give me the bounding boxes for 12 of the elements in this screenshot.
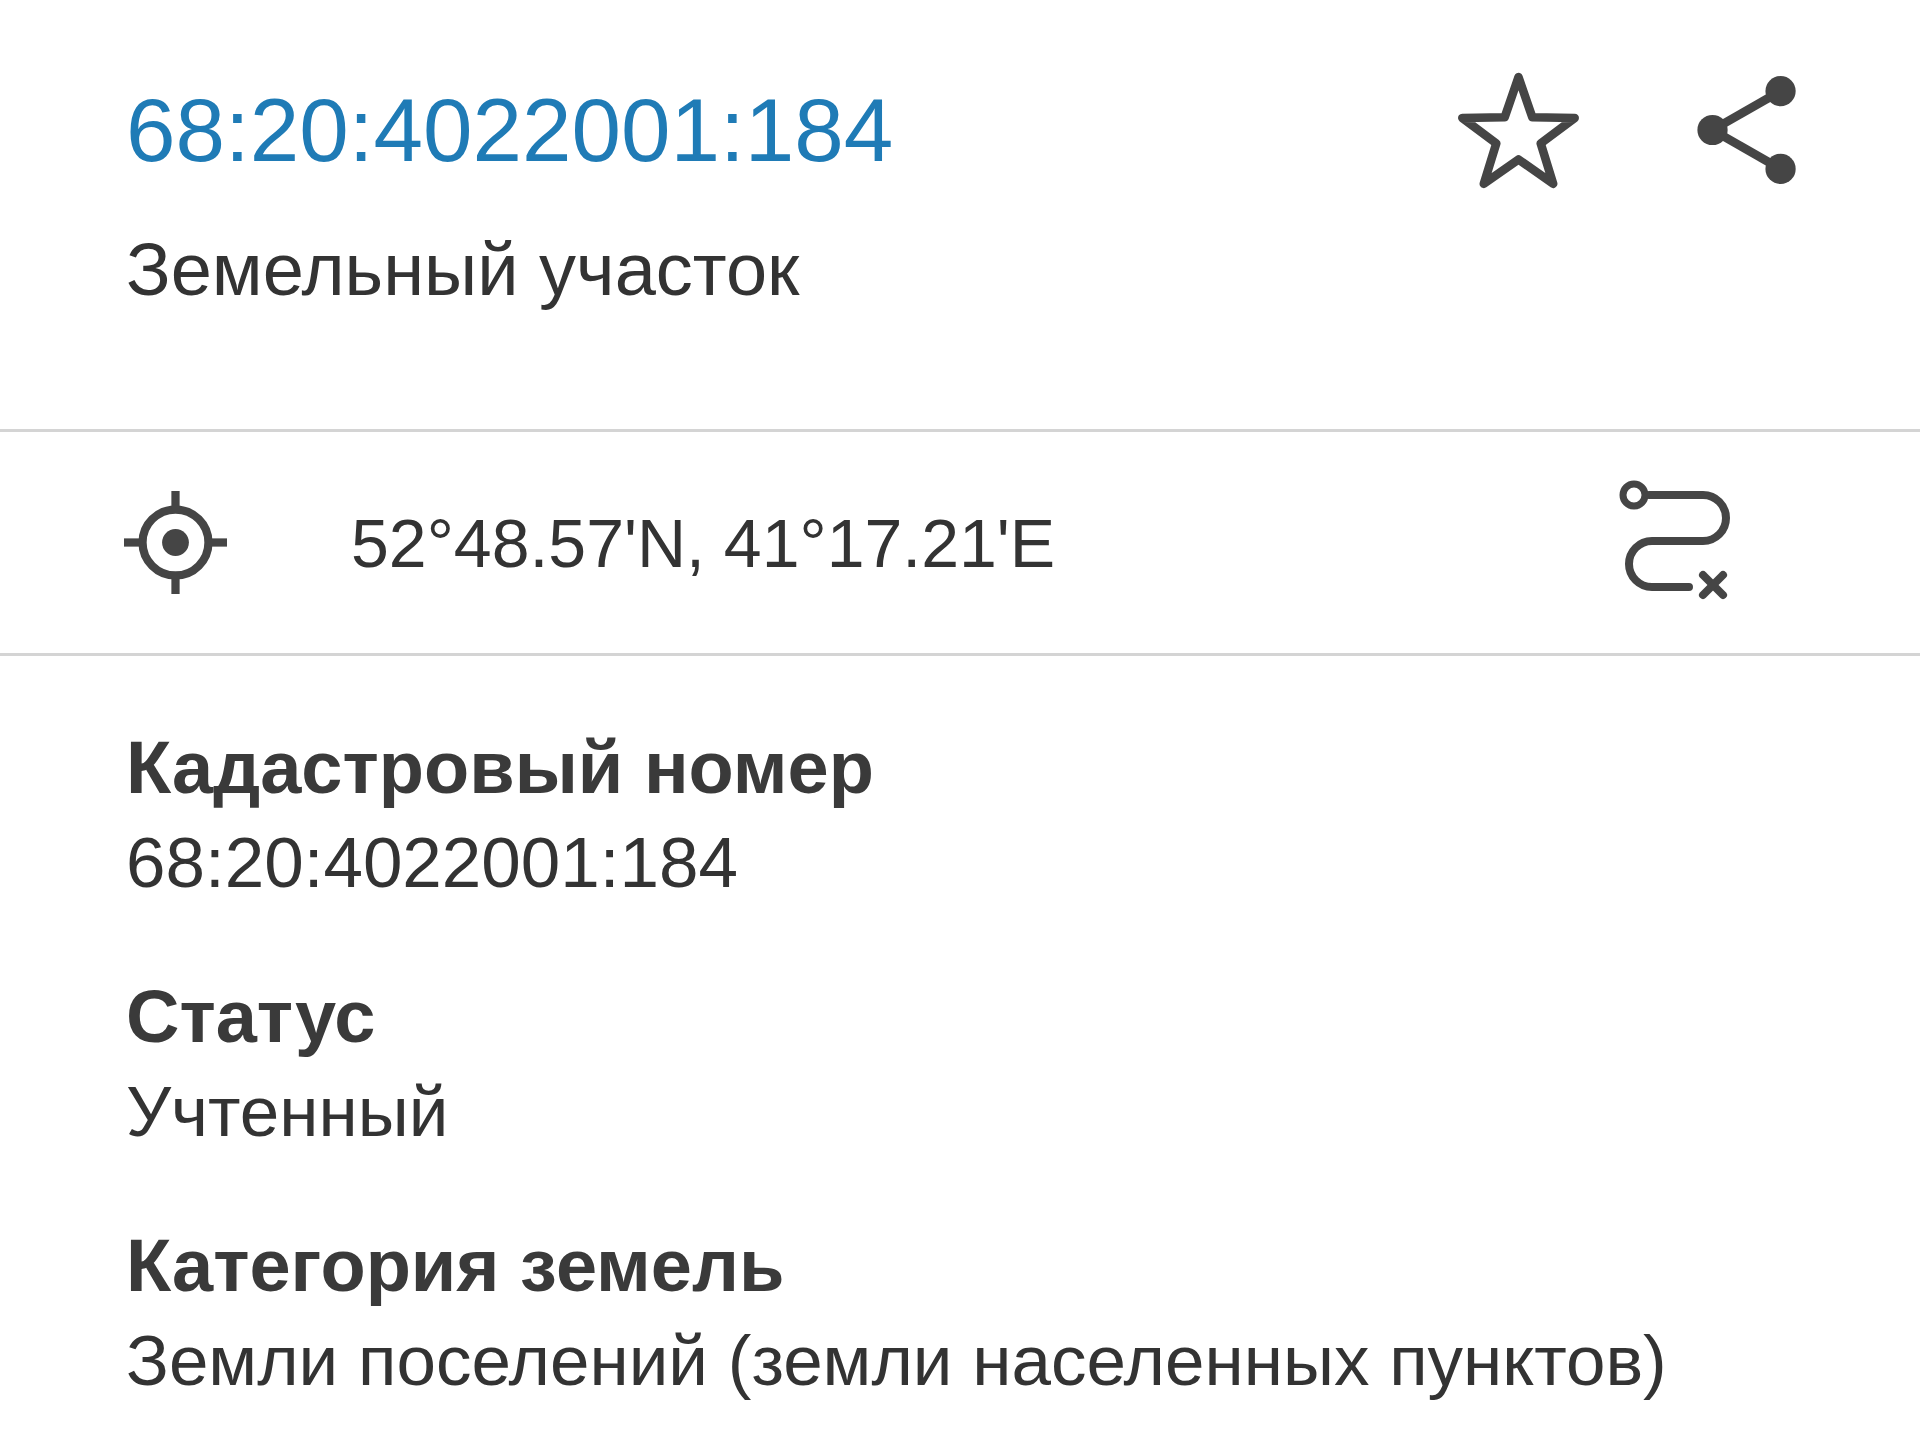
coordinates-text: 52°48.57'N, 41°17.21'E bbox=[351, 503, 1057, 583]
field-value: Земли поселений (земли населенных пунктов) bbox=[126, 1320, 1668, 1402]
field-label: Статус bbox=[126, 974, 377, 1059]
object-type-text: Земельный участок bbox=[126, 227, 801, 312]
field-label: Кадастровый номер bbox=[126, 725, 875, 810]
field-value: Учтенный bbox=[126, 1071, 450, 1153]
share-icon[interactable] bbox=[1696, 76, 1796, 184]
crosshair-icon[interactable] bbox=[124, 491, 227, 594]
field-value: 68:20:4022001:184 bbox=[126, 822, 739, 904]
star-icon[interactable] bbox=[1457, 71, 1580, 189]
field-label: Категория земель bbox=[126, 1223, 786, 1308]
cadastral-number-title: 68:20:4022001:184 bbox=[126, 79, 894, 181]
